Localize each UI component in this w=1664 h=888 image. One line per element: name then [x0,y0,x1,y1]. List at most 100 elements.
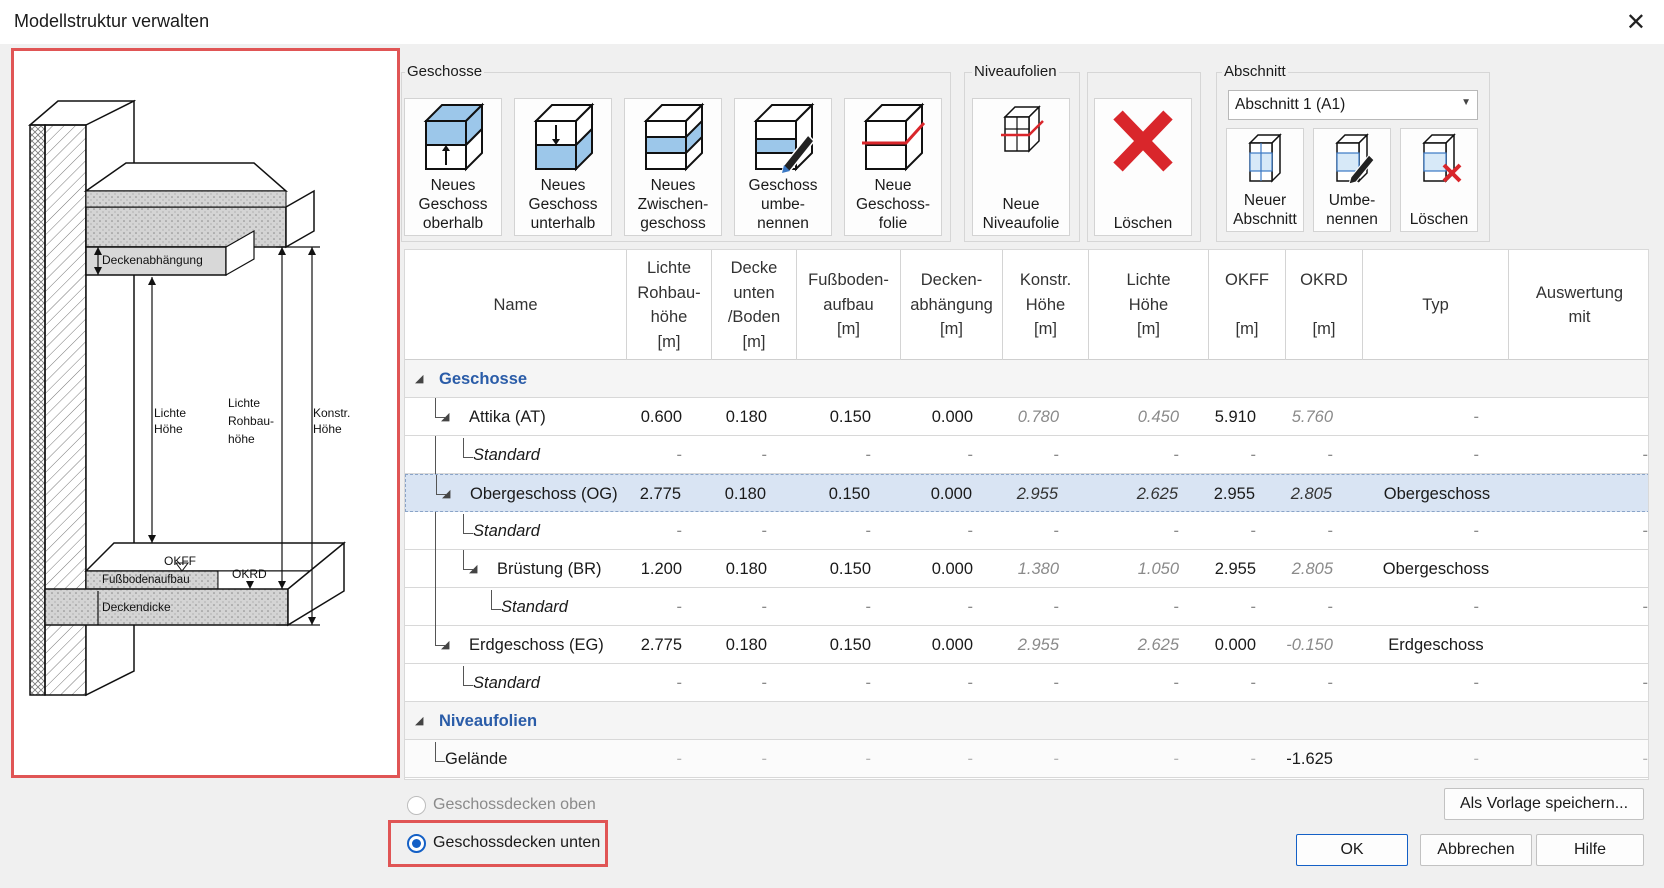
delete-label: Löschen [1113,215,1173,232]
collapse-caret-icon[interactable]: ◢ [441,398,449,436]
label-deckendicke: Deckendicke [102,600,171,614]
rename-section-button[interactable]: Umbe- nennen [1313,128,1391,232]
new-floor-above-label: Neues Geschoss oberhalb [418,177,488,232]
label-lichte-hoehe-1: Lichte [154,406,186,420]
cell: - [1642,598,1649,616]
group-row-geschosse[interactable]: ◢ Geschosse [405,360,1648,398]
cell: - [1473,522,1480,540]
new-level-layer-button[interactable]: Neue Niveaufolie [972,98,1070,236]
cell: - [967,522,974,540]
cell: - [967,750,974,768]
save-template-button[interactable]: Als Vorlage speichern... [1444,788,1644,820]
col-okrd[interactable]: OKRD [m] [1286,250,1363,360]
cell: - [1642,750,1649,768]
table-row[interactable]: ◢ Brüstung (BR) 1.200 0.180 0.150 0.000 … [405,550,1648,588]
cell: - [1053,522,1060,540]
table-row[interactable]: ◢ Attika (AT) 0.600 0.180 0.150 0.000 0.… [405,398,1648,436]
close-icon[interactable]: ✕ [1626,8,1646,37]
radio-unten[interactable] [407,834,426,853]
cell: 0.180 [725,636,767,654]
table-row[interactable]: Standard - - - - - - - - - - [405,436,1648,474]
collapse-caret-icon[interactable]: ◢ [442,475,450,513]
label-konstr-1: Konstr. [313,406,350,420]
cell: - [1473,750,1480,768]
col-lichte-hoehe[interactable]: Lichte Höhe [m] [1089,250,1209,360]
cell: 2.625 [1137,636,1179,654]
cell: 5.910 [1214,408,1256,426]
col-konstr-hoehe[interactable]: Konstr. Höhe [m] [1003,250,1089,360]
cell: - [1173,750,1180,768]
table-row[interactable]: Standard - - - - - - - - - - [405,664,1649,702]
tree-line [491,590,501,610]
structure-diagram: Deckenabhängung OKFF OKRD Fußbodenaufbau… [11,48,400,778]
col-auswertung[interactable]: Auswertung mit [1509,250,1648,360]
cell: - [1173,598,1180,616]
cell: 0.000 [931,408,973,426]
row-name: Standard [501,598,568,616]
intermediate-floor-icon [643,102,705,172]
model-structure-table: Name Lichte Rohbau- höhe [m] Decke unten… [404,249,1649,780]
ok-button[interactable]: OK [1296,834,1408,866]
table-row[interactable]: Standard - - - - - - - - - - [405,588,1649,626]
col-decke-unten[interactable]: Decke unten /Boden [m] [712,250,797,360]
title-bar: Modellstruktur verwalten ✕ [0,0,1664,44]
cell: 0.150 [829,560,871,578]
cell: 0.150 [829,408,871,426]
cell: 2.955 [1213,485,1255,503]
col-lichte-rohbauhoehe[interactable]: Lichte Rohbau- höhe [m] [627,250,712,360]
new-floor-below-label: Neues Geschoss unterhalb [528,177,598,232]
chevron-down-icon: ▼ [1461,97,1471,108]
tree-line [435,742,445,762]
table-row[interactable]: ◢ Erdgeschoss (EG) 2.775 0.180 0.150 0.0… [405,626,1648,664]
delete-section-button[interactable]: Löschen [1400,128,1478,232]
rename-section-label: Umbe- nennen [1326,192,1378,228]
cell: 0.000 [1214,636,1256,654]
new-floor-above-button[interactable]: Neues Geschoss oberhalb [404,98,502,236]
label-rohbau-1: Lichte [228,396,260,410]
cell: - [967,674,974,692]
rename-floor-label: Geschoss umbe- nennen [748,177,818,232]
new-intermediate-floor-button[interactable]: Neues Zwischen- geschoss [624,98,722,236]
row-name: Gelände [445,750,508,768]
radio-oben[interactable] [407,796,426,815]
cell: - [1173,522,1180,540]
cell: - [1642,674,1649,692]
cell: - [676,446,683,464]
label-deckenabhaengung: Deckenabhängung [102,253,203,267]
help-button[interactable]: Hilfe [1536,834,1644,866]
tree-line [435,550,445,588]
col-okff[interactable]: OKFF [m] [1209,250,1286,360]
label-konstr-2: Höhe [313,422,342,436]
cell: - [1473,598,1480,616]
floor-above-icon [423,102,485,172]
collapse-caret-icon[interactable]: ◢ [415,360,423,398]
col-typ[interactable]: Typ [1363,250,1509,360]
table-row[interactable]: Gelände - - - - - - - -1.625 - - [405,740,1649,778]
label-okff: OKFF [164,554,196,568]
cell: 2.625 [1136,485,1178,503]
cancel-button[interactable]: Abbrechen [1420,834,1532,866]
cell: - [1250,598,1257,616]
delete-button[interactable]: Löschen [1094,98,1192,236]
new-floor-layer-button[interactable]: Neue Geschoss- folie [844,98,942,236]
cell: 0.000 [931,560,973,578]
table-row-selected[interactable]: ◢ Obergeschoss (OG) 2.775 0.180 0.150 0.… [405,474,1648,513]
new-section-button[interactable]: Neuer Abschnitt [1226,128,1304,232]
tree-line [463,666,473,686]
collapse-caret-icon[interactable]: ◢ [415,702,423,740]
col-name[interactable]: Name [405,250,627,360]
cell: - [1327,598,1334,616]
abschnitt-select[interactable]: Abschnitt 1 (A1) ▼ [1228,90,1478,120]
abschnitt-group-label: Abschnitt [1222,63,1288,80]
col-fussbodenaufbau[interactable]: Fußboden- aufbau [m] [797,250,901,360]
table-row[interactable]: Standard - - - - - - - - - - [405,512,1648,550]
abschnitt-select-value: Abschnitt 1 (A1) [1235,96,1346,113]
cell: 1.380 [1017,560,1059,578]
col-deckenabhaengung[interactable]: Decken- abhängung [m] [901,250,1003,360]
group-row-niveaufolien[interactable]: ◢ Niveaufolien [405,702,1648,740]
collapse-caret-icon[interactable]: ◢ [441,626,449,664]
new-floor-below-button[interactable]: Neues Geschoss unterhalb [514,98,612,236]
rename-floor-button[interactable]: Geschoss umbe- nennen [734,98,832,236]
collapse-caret-icon[interactable]: ◢ [469,550,477,588]
cell: - [1053,750,1060,768]
